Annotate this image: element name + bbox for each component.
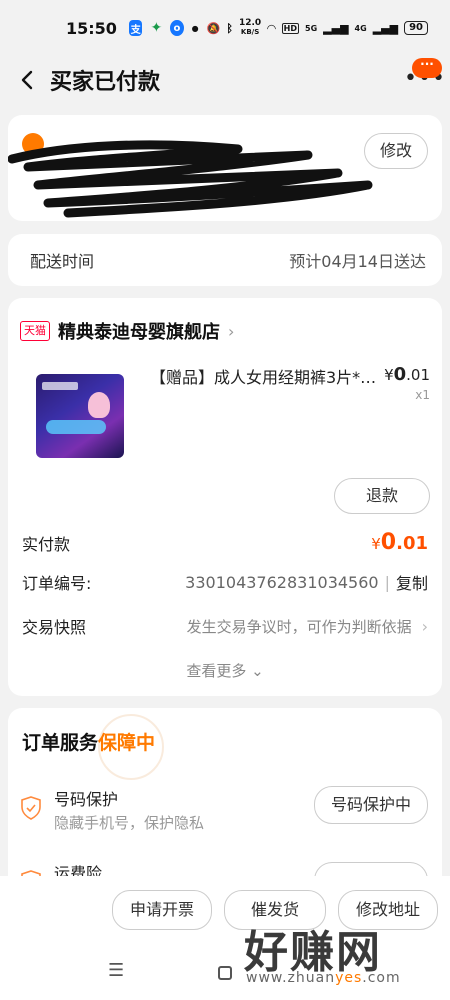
see-more-button[interactable]: 查看更多 ⌄ (8, 660, 442, 681)
more-button[interactable]: ••• ··· (400, 58, 445, 98)
net-speed-value: 12.0 (238, 18, 262, 28)
service-title-label: 订单服务 (22, 732, 99, 754)
paid-int: 0 (380, 530, 397, 555)
hd-icon: HD (281, 22, 300, 34)
page-title: 买家已付款 (50, 70, 161, 95)
status-time: 15:50 (66, 18, 117, 38)
header: 买家已付款 ••• ··· (0, 56, 450, 104)
phone-protect-button[interactable]: 号码保护中 (314, 786, 428, 824)
edit-address-button[interactable]: 修改 (364, 133, 428, 169)
separator: | (384, 572, 390, 592)
status-bar: 15:50 支 ✦ o ● 🔕 ᛒ 12.0 KB/S ◠ HD 5G ▂▄▆ … (0, 0, 450, 56)
message-badge: ··· (412, 58, 442, 78)
paid-amount: ¥0.01 (371, 530, 428, 555)
url-accent: yes (335, 970, 363, 986)
service-item-desc: 隐藏手机号，保护隐私 (54, 814, 205, 832)
signal-4g-icon: 4G (354, 23, 367, 33)
net-speed-unit: KB/S (240, 28, 260, 36)
signal-bars-icon: ▂▄▆ (372, 21, 399, 35)
snapshot-label: 交易快照 (22, 618, 87, 637)
chevron-right-icon: › (421, 616, 428, 636)
mute-icon: 🔕 (206, 21, 221, 35)
url-suffix: .com (362, 970, 401, 986)
shop-name: 精典泰迪母婴旗舰店 (58, 322, 220, 343)
price-int: 0 (393, 364, 407, 385)
chevron-down-icon: ⌄ (251, 662, 264, 680)
order-card: 天猫 精典泰迪母婴旗舰店 › 【赠品】成人女用经期裤3片*… ¥0.01 x1 … (8, 298, 442, 696)
price-dec: .01 (406, 366, 430, 384)
app-notify-icon: o (170, 20, 184, 36)
battery-icon: 90 (404, 21, 428, 35)
redaction-scribble (8, 140, 373, 218)
bottom-action-bar: 申请开票 催发货 修改地址 ☰ 好赚网 www.zhuanyes.com (0, 876, 450, 1000)
menu-icon[interactable]: ☰ (108, 960, 124, 981)
order-number-row: 订单编号: 3301043762831034560 | 复制 (22, 570, 428, 594)
dot-icon: ● (191, 23, 199, 33)
paid-label: 实付款 (22, 534, 71, 554)
tmall-badge-icon: 天猫 (20, 321, 50, 341)
service-status: 保障中 (98, 732, 156, 754)
refund-button[interactable]: 退款 (334, 478, 430, 514)
product-price: ¥0.01 (384, 364, 430, 385)
watermark-url: www.zhuanyes.com (246, 970, 401, 986)
snapshot-row[interactable]: 交易快照 发生交易争议时，可作为判断依据 › (22, 614, 428, 638)
apply-invoice-button[interactable]: 申请开票 (112, 890, 212, 930)
delivery-card: 配送时间 预计04月14日送达 (8, 234, 442, 286)
snapshot-value: 发生交易争议时，可作为判断依据 (186, 617, 412, 636)
bluetooth-icon: ᛒ (226, 21, 233, 35)
chevron-right-icon: › (228, 321, 235, 341)
shield-icon (21, 796, 41, 820)
wifi-icon: ◠ (267, 21, 276, 35)
order-number: 3301043762831034560 (185, 572, 379, 592)
product-title[interactable]: 【赠品】成人女用经期裤3片*… (150, 364, 388, 388)
chevron-left-icon (21, 70, 33, 90)
signal-bars-icon: ▂▄▆ (323, 21, 349, 35)
address-card[interactable]: 修改 (8, 115, 442, 221)
service-title: 订单服务保障中 (22, 728, 155, 755)
back-button[interactable] (14, 67, 40, 93)
product-quantity: x1 (415, 388, 430, 402)
paid-dec: .01 (396, 533, 428, 554)
order-number-label: 订单编号: (22, 574, 92, 593)
bank-icon: ✦ (150, 20, 163, 36)
delivery-label: 配送时间 (30, 252, 95, 271)
home-icon[interactable] (218, 966, 232, 980)
net-speed: 12.0 KB/S (239, 19, 261, 37)
url-prefix: www.zhuan (246, 970, 336, 986)
price-symbol: ¥ (384, 366, 394, 384)
service-item-title: 号码保护 (54, 790, 119, 809)
copy-button[interactable]: 复制 (396, 570, 428, 594)
paid-symbol: ¥ (371, 535, 381, 553)
see-more-label: 查看更多 (186, 662, 247, 680)
delivery-value: 预计04月14日送达 (289, 252, 426, 271)
product-image[interactable] (36, 374, 124, 458)
signal-5g-icon: 5G (305, 23, 318, 33)
alipay-icon: 支 (128, 20, 143, 36)
paid-row: 实付款 ¥0.01 (22, 530, 428, 555)
shop-row[interactable]: 天猫 精典泰迪母婴旗舰店 › (20, 318, 234, 344)
